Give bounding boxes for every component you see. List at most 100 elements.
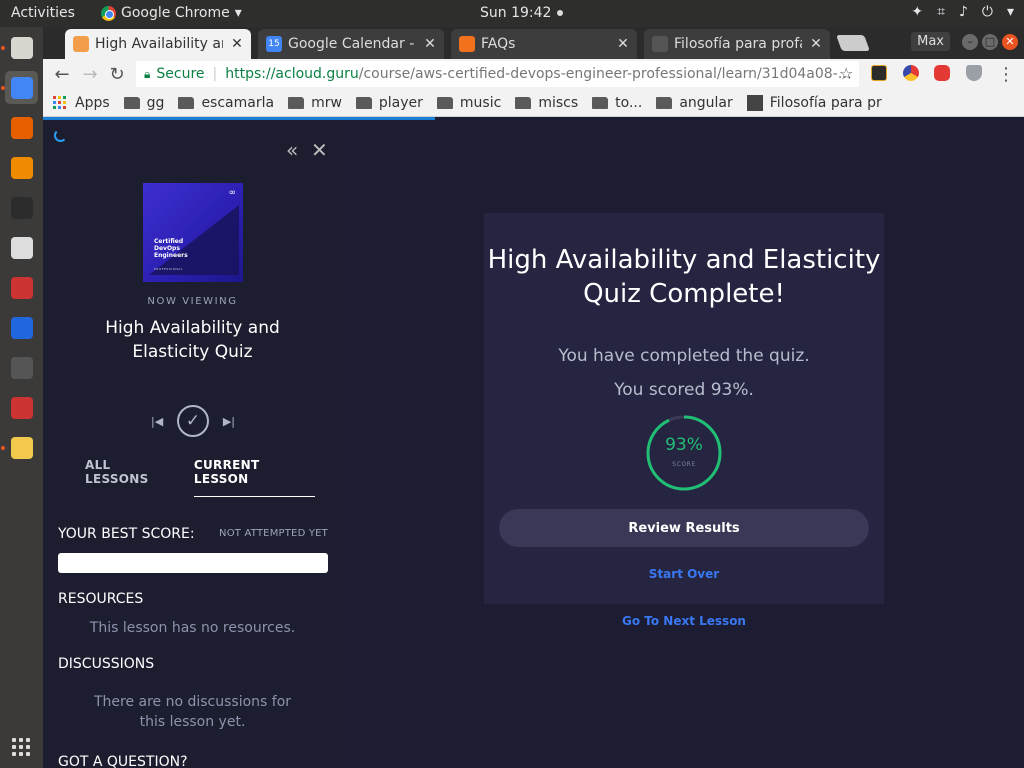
browser-tab[interactable]: High Availability an ✕ xyxy=(65,29,251,59)
close-icon[interactable]: ✕ xyxy=(311,138,328,162)
browser-tab[interactable]: Filosofía para profa ✕ xyxy=(644,29,830,59)
next-lesson-link[interactable]: Go To Next Lesson xyxy=(484,614,884,628)
reload-icon[interactable]: ↻ xyxy=(106,63,128,85)
address-bar[interactable]: 🔒︎ Secure | https://acloud.guru /course/… xyxy=(136,61,859,87)
bookmark-item[interactable]: escamarla xyxy=(178,95,274,111)
menu-dots-icon[interactable]: ⋮ xyxy=(995,63,1017,85)
discussions-text: There are no discussions for this lesson… xyxy=(93,694,292,730)
audio-icon xyxy=(10,316,33,339)
url-path: /course/aws-certified-devops-engineer-pr… xyxy=(358,66,859,82)
bookmark-item[interactable]: gg xyxy=(123,94,165,111)
tab-close-icon[interactable]: ✕ xyxy=(808,36,824,52)
show-applications-icon[interactable] xyxy=(12,738,30,756)
bookmark-item[interactable]: angular xyxy=(656,95,733,111)
previous-lesson-icon[interactable]: |◀ xyxy=(151,415,163,428)
browser-tab[interactable]: FAQs ✕ xyxy=(451,29,637,59)
folder-icon xyxy=(656,96,673,109)
tab-close-icon[interactable]: ✕ xyxy=(229,36,245,52)
dock-update[interactable] xyxy=(5,231,38,264)
dock-vlc[interactable] xyxy=(5,151,38,184)
tab-current-lesson[interactable]: CURRENT LESSON xyxy=(193,458,315,497)
quiz-main: High Availability and Elasticity Quiz Co… xyxy=(342,120,1024,768)
quiz-complete-card: High Availability and Elasticity Quiz Co… xyxy=(484,213,884,604)
bookmark-item[interactable]: music xyxy=(436,95,501,111)
network-icon[interactable]: ⌗ xyxy=(937,4,945,20)
dock-installer[interactable] xyxy=(5,271,38,304)
folder-icon xyxy=(178,96,195,109)
profile-label[interactable]: Max xyxy=(911,32,950,51)
maximize-icon[interactable]: □ xyxy=(982,33,998,50)
running-indicator-icon xyxy=(1,46,5,50)
bookmark-item[interactable]: mrw xyxy=(288,95,342,111)
bookmark-label: gg xyxy=(146,94,165,111)
bookmark-item[interactable]: player xyxy=(355,95,423,111)
browser-tab[interactable]: 15 Google Calendar - 4 ✕ xyxy=(258,29,444,59)
best-score-label: YOUR BEST SCORE: xyxy=(58,526,195,542)
dropbox-icon[interactable]: ✦ xyxy=(911,4,923,20)
dock-settings[interactable] xyxy=(5,391,38,424)
power-icon[interactable]: ⏻ xyxy=(982,4,993,20)
bookmark-label: escamarla xyxy=(201,94,275,111)
forward-arrow-icon[interactable]: → xyxy=(79,63,101,85)
review-results-button[interactable]: Review Results xyxy=(499,509,869,547)
tab-close-icon[interactable]: ✕ xyxy=(422,36,438,52)
bookmark-item[interactable]: Filosofía para pr xyxy=(746,94,882,111)
dock-firefox[interactable] xyxy=(5,111,38,144)
extension-youtube-icon[interactable] xyxy=(934,65,950,81)
chevron-down-icon[interactable]: ▾ xyxy=(1007,4,1014,20)
tab-favicon-icon xyxy=(459,36,475,52)
system-tray[interactable]: ✦ ⌗ ♪ ⏻ ▾ xyxy=(911,4,1014,20)
start-over-link[interactable]: Start Over xyxy=(484,567,884,581)
course-thumbnail: ∞ Certified DevOps Engineers PROFESSIONA… xyxy=(143,183,243,282)
bookmark-item[interactable]: miscs xyxy=(515,95,578,111)
dock-files[interactable] xyxy=(5,31,38,64)
tab-title: FAQs xyxy=(481,36,516,52)
activities-button[interactable]: Activities xyxy=(11,5,75,21)
close-window-icon[interactable]: ✕ xyxy=(1002,33,1018,50)
question-heading: GOT A QUESTION? xyxy=(58,754,188,768)
dock-text-editor[interactable] xyxy=(5,431,38,464)
check-complete-icon[interactable]: ✓ xyxy=(177,405,209,437)
extension-shield-icon[interactable] xyxy=(966,65,982,81)
new-tab-button[interactable] xyxy=(836,35,870,51)
dock-video-editor[interactable] xyxy=(5,351,38,384)
best-score-bar xyxy=(58,553,328,573)
secure-label: Secure xyxy=(156,66,205,82)
chrome-icon xyxy=(10,76,33,99)
tab-title: High Availability an xyxy=(95,36,223,52)
bookmark-label: mrw xyxy=(311,94,342,111)
extension-color-icon[interactable] xyxy=(903,65,919,81)
app-menu[interactable]: Google Chrome ▾ xyxy=(101,5,242,21)
folder-icon xyxy=(123,96,140,109)
tab-all-lessons[interactable]: ALL LESSONS xyxy=(85,458,176,497)
minimize-icon[interactable]: – xyxy=(962,33,978,50)
dock-chrome[interactable] xyxy=(5,71,38,104)
bookmarks-bar: Apps gg escamarla mrw player music miscs to... a… xyxy=(43,89,1024,117)
course-badge-text: Certified DevOps Engineers xyxy=(154,238,188,259)
omnibox-divider: | xyxy=(212,66,218,82)
tab-strip: High Availability an ✕ 15 Google Calendar -… xyxy=(43,27,1024,59)
bookmark-star-icon[interactable]: ☆ xyxy=(839,64,853,83)
extension-k-icon[interactable] xyxy=(871,65,887,81)
bookmark-item[interactable]: to... xyxy=(592,95,642,111)
badge-line1: Certified xyxy=(154,238,184,245)
chrome-icon xyxy=(101,5,116,21)
bookmark-apps[interactable]: Apps xyxy=(53,95,110,111)
lesson-title: High Availability and Elasticity Quiz xyxy=(105,318,280,362)
collapse-sidebar-icon[interactable]: « xyxy=(286,138,298,162)
lesson-player-controls: |◀ ✓ ▶| xyxy=(151,404,235,438)
dock-audio[interactable] xyxy=(5,311,38,344)
terminal-icon xyxy=(10,196,33,219)
installer-icon xyxy=(10,276,33,299)
folder-icon xyxy=(355,96,372,109)
clock[interactable]: Sun 19:42 xyxy=(480,5,564,21)
clock-label: Sun 19:42 xyxy=(480,5,552,21)
volume-icon[interactable]: ♪ xyxy=(959,4,968,20)
back-arrow-icon[interactable]: ← xyxy=(51,63,73,85)
dock-terminal[interactable] xyxy=(5,191,38,224)
next-lesson-icon[interactable]: ▶| xyxy=(223,415,235,428)
folder-icon xyxy=(515,96,532,109)
tab-close-icon[interactable]: ✕ xyxy=(615,36,631,52)
best-score-value: NOT ATTEMPTED YET xyxy=(219,528,328,539)
tab-title: Google Calendar - 4 xyxy=(288,36,416,52)
